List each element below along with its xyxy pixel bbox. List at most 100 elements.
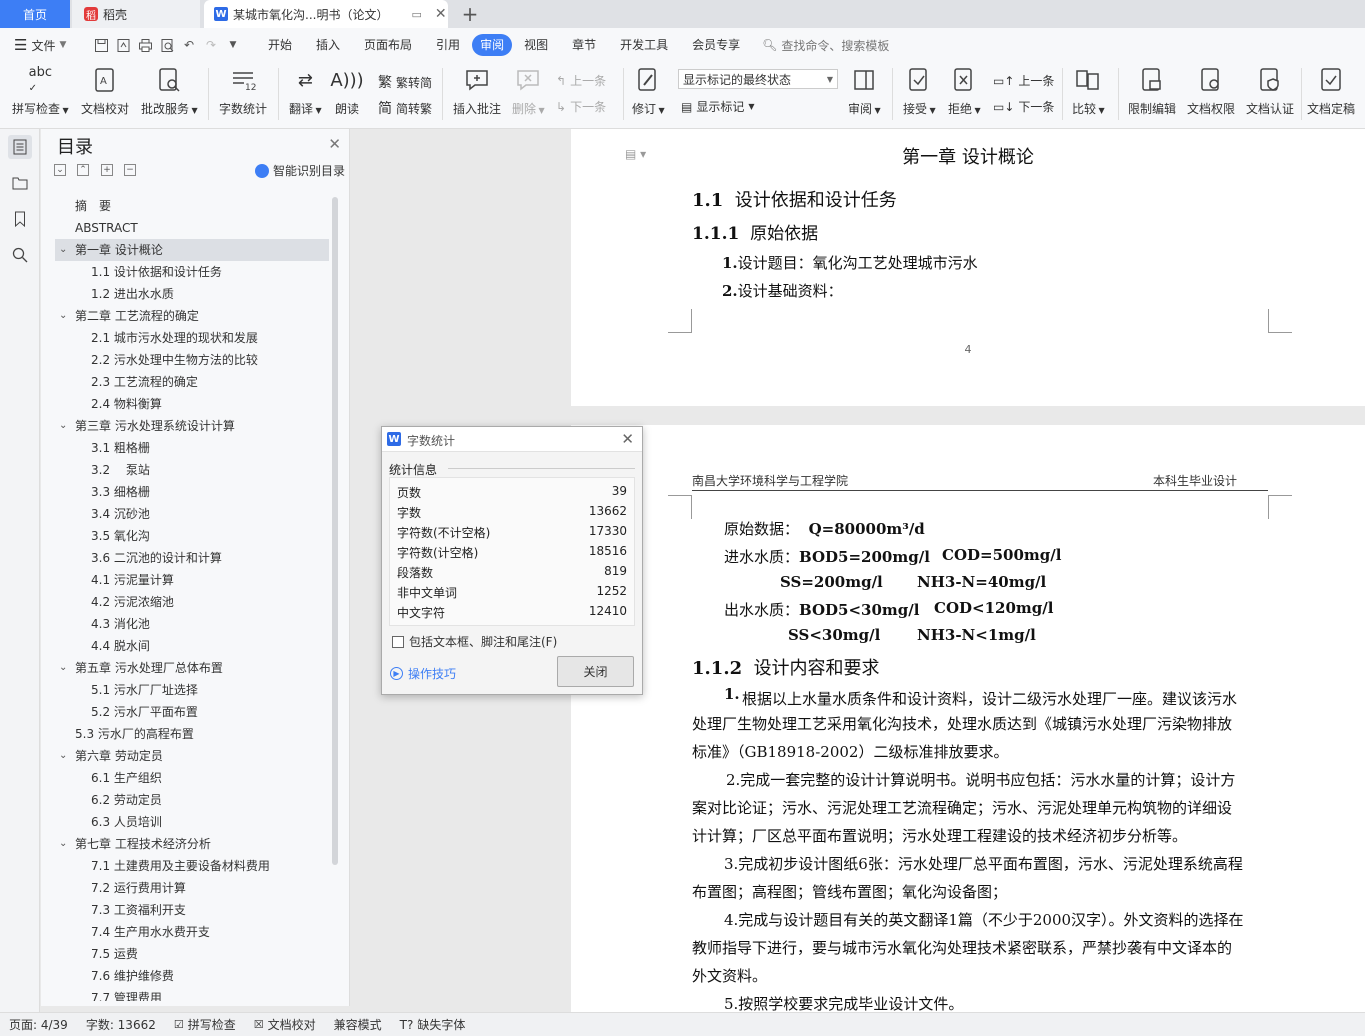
remove-item-icon[interactable]: − <box>124 164 136 176</box>
menu-member[interactable]: 会员专享 <box>680 34 752 56</box>
toc-item[interactable]: 3.1 粗格栅 <box>55 437 329 459</box>
menu-developer[interactable]: 开发工具 <box>608 34 680 56</box>
save-icon[interactable] <box>90 34 112 56</box>
export-pdf-icon[interactable] <box>112 34 134 56</box>
to-traditional-button[interactable]: 繁 繁转简 <box>378 72 432 92</box>
menu-references[interactable]: 引用 <box>424 34 472 56</box>
quick-access-more-icon[interactable]: ▼ <box>222 34 244 56</box>
toc-item[interactable]: ⌄ 第六章 劳动定员 <box>55 745 329 767</box>
toc-item[interactable]: 1.1 设计依据和设计任务 <box>55 261 329 283</box>
toc-item[interactable]: 2.2 污水处理中生物方法的比较 <box>55 349 329 371</box>
to-simplified-button[interactable]: 简 简转繁 <box>378 98 432 118</box>
toc-item[interactable]: 7.1 土建费用及主要设备材料费用 <box>55 855 329 877</box>
reject-button[interactable]: 拒绝 ▼ <box>948 66 981 117</box>
chevron-down-icon[interactable]: ⌄ <box>59 305 67 327</box>
toc-item[interactable]: 7.7 管理费用 <box>55 987 329 1001</box>
include-footnotes-checkbox[interactable]: 包括文本框、脚注和尾注(F) <box>392 633 557 650</box>
toc-item[interactable]: 7.6 维护维修费 <box>55 965 329 987</box>
toc-item[interactable]: ABSTRACT <box>55 217 329 239</box>
toc-item[interactable]: ⌄ 第三章 污水处理系统设计计算 <box>55 415 329 437</box>
toc-item[interactable]: 摘 要 <box>55 195 329 217</box>
missing-font-status[interactable]: T? 缺失字体 <box>391 1016 475 1033</box>
markup-state-select[interactable]: 显示标记的最终状态 ▼ <box>678 69 838 89</box>
toc-item[interactable]: 5.1 污水厂厂址选择 <box>55 679 329 701</box>
toc-item[interactable]: ⌄ 第二章 工艺流程的确定 <box>55 305 329 327</box>
toc-item[interactable]: 4.4 脱水间 <box>55 635 329 657</box>
dialog-titlebar[interactable]: W 字数统计 ✕ <box>382 427 642 452</box>
doc-check-status[interactable]: ☒ 文档校对 <box>245 1016 325 1033</box>
doc-check-button[interactable]: A 文档校对 <box>81 66 129 117</box>
search-icon[interactable] <box>8 243 32 267</box>
toc-item[interactable]: 1.2 进出水水质 <box>55 283 329 305</box>
review-pane-button[interactable]: 审阅 ▼ <box>848 66 881 117</box>
insert-comment-button[interactable]: 插入批注 <box>453 66 501 117</box>
add-item-icon[interactable]: + <box>101 164 113 176</box>
toc-item[interactable]: 7.4 生产用水水费开支 <box>55 921 329 943</box>
toc-item[interactable]: 4.2 污泥浓缩池 <box>55 591 329 613</box>
word-count-button[interactable]: 123 字数统计 <box>219 66 267 117</box>
close-button[interactable]: 关闭 <box>557 656 634 687</box>
toc-item[interactable]: 2.4 物料衡算 <box>55 393 329 415</box>
delete-comment-button[interactable]: 删除 ▼ <box>512 66 545 117</box>
tab-document[interactable]: W 某城市氧化沟...明书（论文） ▭ ✕ <box>204 0 448 28</box>
toc-item[interactable]: 3.3 细格栅 <box>55 481 329 503</box>
expand-all-icon[interactable]: ⌃ <box>77 164 89 176</box>
page-indicator[interactable]: 页面: 4/39 <box>0 1016 77 1033</box>
prev-comment-button[interactable]: ↰ 上一条 <box>556 72 606 89</box>
batch-service-button[interactable]: 批改服务 ▼ <box>141 66 198 117</box>
toc-item[interactable]: 5.3 污水厂的高程布置 <box>55 723 329 745</box>
close-icon[interactable]: ✕ <box>621 430 634 448</box>
chevron-down-icon[interactable]: ⌄ <box>59 239 67 261</box>
toc-item[interactable]: 3.5 氧化沟 <box>55 525 329 547</box>
chevron-down-icon[interactable]: ⌄ <box>59 745 67 767</box>
next-change-button[interactable]: ▭↓ 下一条 <box>993 98 1054 115</box>
toc-item[interactable]: 6.2 劳动定员 <box>55 789 329 811</box>
menu-page-layout[interactable]: 页面布局 <box>352 34 424 56</box>
toc-item[interactable]: 2.1 城市污水处理的现状和发展 <box>55 327 329 349</box>
tab-daoke[interactable]: 稻 稻壳 <box>72 0 200 28</box>
chevron-down-icon[interactable]: ⌄ <box>59 657 67 679</box>
spell-check-button[interactable]: abc ✓ 拼写检查 ▼ <box>12 65 69 117</box>
toc-item[interactable]: 3.6 二沉池的设计和计算 <box>55 547 329 569</box>
restrict-edit-button[interactable]: 限制编辑 <box>1128 66 1176 117</box>
compare-button[interactable]: 比较 ▼ <box>1072 66 1105 117</box>
toc-item[interactable]: 3.4 沉砂池 <box>55 503 329 525</box>
menu-insert[interactable]: 插入 <box>304 34 352 56</box>
next-comment-button[interactable]: ↳ 下一条 <box>556 98 606 115</box>
window-icon[interactable]: ▭ <box>411 8 421 21</box>
toc-item[interactable]: 4.1 污泥量计算 <box>55 569 329 591</box>
menu-section[interactable]: 章节 <box>560 34 608 56</box>
smart-toc-button[interactable]: 智能识别目录 <box>254 162 345 179</box>
toc-item[interactable]: 6.1 生产组织 <box>55 767 329 789</box>
toc-item[interactable]: 4.3 消化池 <box>55 613 329 635</box>
close-icon[interactable]: ✕ <box>328 135 341 153</box>
toc-item[interactable]: 2.3 工艺流程的确定 <box>55 371 329 393</box>
toc-item[interactable]: 7.5 运费 <box>55 943 329 965</box>
toc-item[interactable]: ⌄ 第一章 设计概论 <box>55 239 329 261</box>
bookmark-icon[interactable] <box>8 207 32 231</box>
menu-start[interactable]: 开始 <box>256 34 304 56</box>
print-preview-icon[interactable] <box>156 34 178 56</box>
command-search[interactable]: 🔍︎ 查找命令、搜索模板 <box>762 37 889 54</box>
new-tab-button[interactable]: + <box>455 0 485 28</box>
close-tab-icon[interactable]: ✕ <box>435 6 447 22</box>
chevron-down-icon[interactable]: ⌄ <box>59 415 67 437</box>
doc-auth-button[interactable]: 文档认证 <box>1246 66 1294 117</box>
chevron-down-icon[interactable]: ⌄ <box>59 833 67 855</box>
prev-change-button[interactable]: ▭↑ 上一条 <box>993 72 1054 89</box>
doc-finalize-button[interactable]: 文档定稿 <box>1307 66 1355 117</box>
collapse-all-icon[interactable]: ⌄ <box>54 164 66 176</box>
toc-scrollbar[interactable] <box>332 197 338 865</box>
tab-home[interactable]: 首页 <box>0 0 70 28</box>
accept-button[interactable]: 接受 ▼ <box>903 66 936 117</box>
toc-item[interactable]: ⌄ 第五章 污水处理厂总体布置 <box>55 657 329 679</box>
toc-item[interactable]: ⌄ 第七章 工程技术经济分析 <box>55 833 329 855</box>
toc-item[interactable]: 5.2 污水厂平面布置 <box>55 701 329 723</box>
toc-item[interactable]: 6.3 人员培训 <box>55 811 329 833</box>
tips-link[interactable]: ▶ 操作技巧 <box>390 665 456 682</box>
chapter-nav-icon[interactable] <box>8 171 32 195</box>
file-menu[interactable]: ☰ 文件 ▼ <box>0 36 90 54</box>
print-icon[interactable] <box>134 34 156 56</box>
track-changes-button[interactable]: 修订 ▼ <box>632 66 665 117</box>
spell-check-status[interactable]: ☑ 拼写检查 <box>165 1016 245 1033</box>
